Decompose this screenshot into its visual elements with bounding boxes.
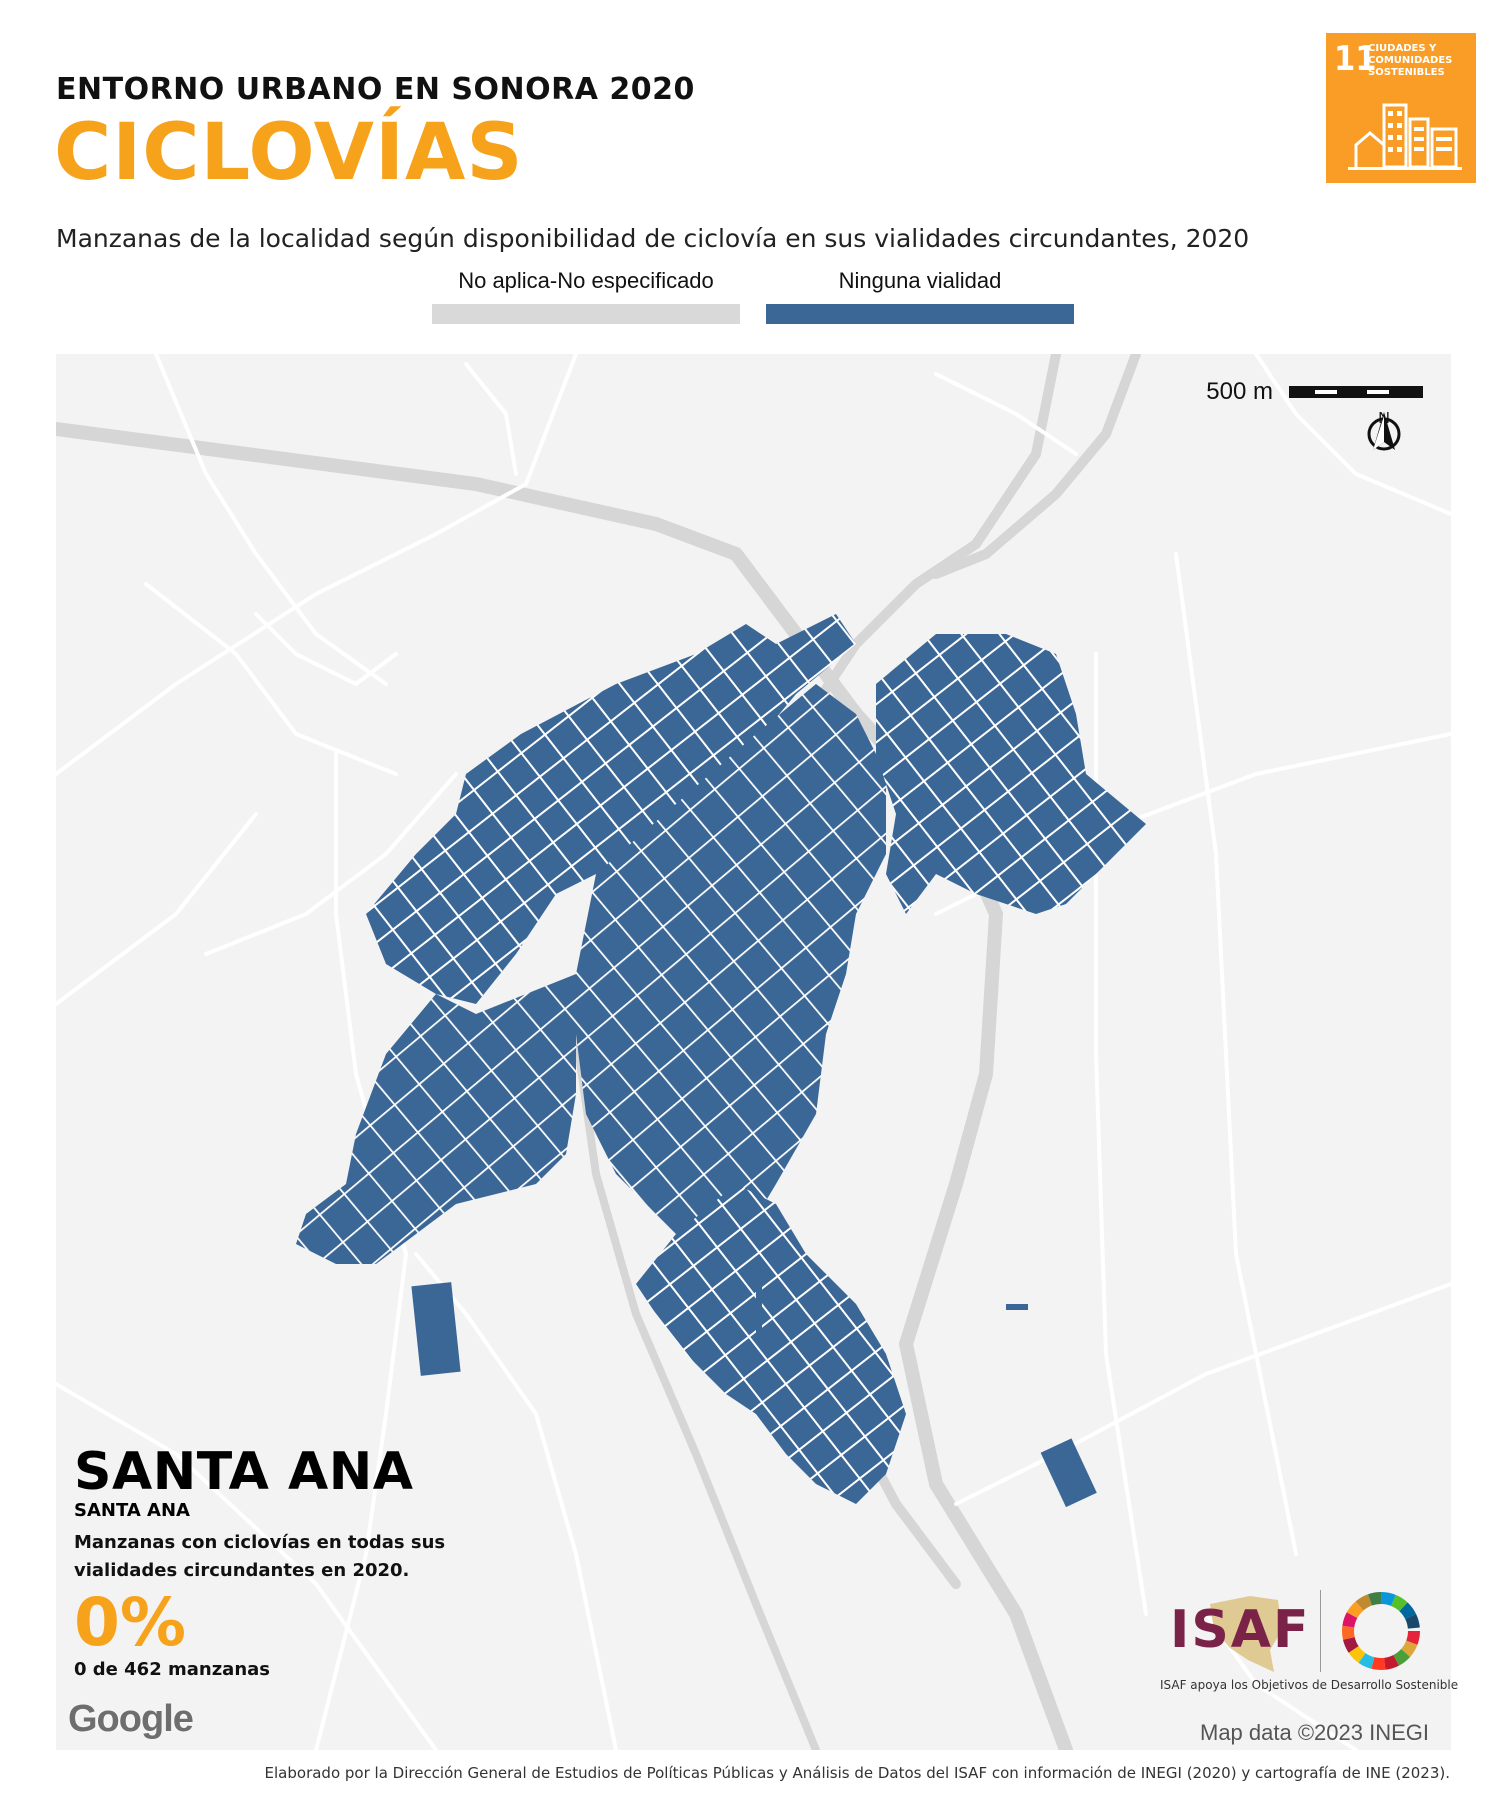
legend-item-ninguna: Ninguna vialidad bbox=[766, 268, 1074, 324]
north-arrow: N bbox=[1361, 410, 1407, 474]
minor-road bbox=[954, 1282, 1451, 1506]
legend-swatch bbox=[432, 304, 740, 324]
location-summary: SANTA ANA SANTA ANA Manzanas con cicloví… bbox=[74, 1442, 454, 1680]
isaf-wordmark: ISAF bbox=[1170, 1600, 1311, 1660]
kicker-title: ENTORNO URBANO EN SONORA 2020 bbox=[56, 72, 695, 107]
north-arrow-icon bbox=[1367, 412, 1401, 451]
minor-road bbox=[464, 362, 518, 476]
legend-label: Ninguna vialidad bbox=[838, 268, 1002, 293]
minor-road bbox=[56, 354, 578, 776]
isaf-caption: ISAF apoya los Objetivos de Desarrollo S… bbox=[1160, 1678, 1459, 1692]
block-cluster-west bbox=[296, 974, 576, 1264]
minor-road bbox=[56, 812, 258, 1006]
legend-item-no-aplica: No aplica-No especificado bbox=[432, 268, 740, 324]
sdg-11-badge: 11 CIUDADES Y COMUNIDADES SOSTENIBLES bbox=[1326, 33, 1476, 183]
location-description: Manzanas con ciclovías en todas sus vial… bbox=[74, 1532, 446, 1581]
location-title: SANTA ANA bbox=[74, 1442, 414, 1502]
page-title: CICLOVÍAS bbox=[54, 108, 524, 198]
footer-credit: Elaborado por la Dirección General de Es… bbox=[264, 1764, 1450, 1782]
minor-road bbox=[154, 354, 388, 686]
block-isolated bbox=[1040, 1438, 1097, 1508]
map-data-attribution: Map data ©2023 INEGI bbox=[1200, 1720, 1430, 1745]
minor-road bbox=[254, 612, 398, 687]
location-subtitle: SANTA ANA bbox=[74, 1500, 190, 1521]
legend-swatch bbox=[766, 304, 1074, 324]
scale-bar: 500 m bbox=[1206, 378, 1423, 406]
map-subtitle: Manzanas de la localidad según disponibi… bbox=[56, 224, 1250, 253]
divider bbox=[1320, 1590, 1321, 1672]
block-cluster-northeast bbox=[876, 634, 1146, 914]
location-percent: 0% bbox=[74, 1584, 187, 1661]
scale-label: 500 m bbox=[1206, 378, 1273, 405]
sdg-wheel-icon bbox=[1342, 1592, 1420, 1670]
location-count: 0 de 462 manzanas bbox=[74, 1659, 271, 1680]
urban-blocks bbox=[296, 614, 1146, 1508]
city-buildings-icon bbox=[1348, 103, 1462, 170]
minor-road bbox=[934, 372, 1078, 456]
legend-label: No aplica-No especificado bbox=[458, 268, 714, 293]
minor-road bbox=[1174, 552, 1298, 1556]
scale-bar-graphic bbox=[1289, 386, 1423, 398]
block-isolated bbox=[756, 1284, 762, 1344]
google-logo: Google bbox=[68, 1698, 194, 1740]
isaf-logo: ISAF ISAF apoya los Objetivos de Desarro… bbox=[1160, 1590, 1458, 1692]
block-isolated bbox=[1006, 1304, 1028, 1310]
